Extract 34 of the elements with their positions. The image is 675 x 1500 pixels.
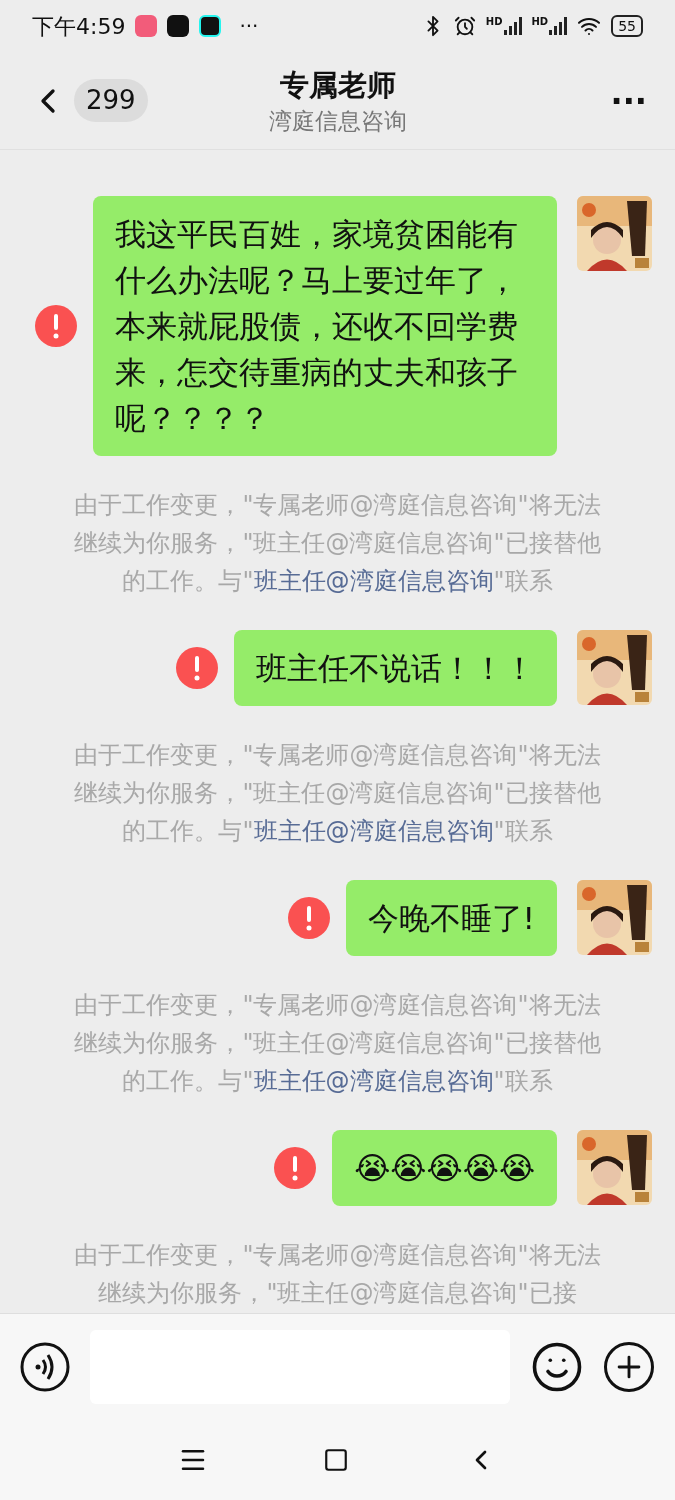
error-icon[interactable]	[273, 1147, 316, 1189]
status-time: 下午4:59	[32, 12, 126, 41]
system-notice: 由于工作变更，"专属老师@湾庭信息咨询"将无法继续为你服务，"班主任@湾庭信息咨询"已接替他的工作。与"班主任@湾庭信息咨询"联系	[73, 490, 602, 597]
home-icon[interactable]	[323, 1447, 350, 1473]
chat-title: 专属老师	[279, 66, 396, 104]
notice-link[interactable]: 班主任@湾庭信息咨询	[253, 1067, 494, 1095]
message-bubble: 😭😭😭😭😭	[331, 1130, 557, 1206]
app-icon	[167, 15, 190, 37]
system-notice: 由于工作变更，"专属老师@湾庭信息咨询"将无法继续为你服务，"班主任@湾庭信息咨询"已接替他的工作。与"班主任@湾庭信息咨询"联系	[73, 990, 602, 1097]
app-icon	[199, 15, 222, 37]
notice-link[interactable]: 班主任@湾庭信息咨询	[253, 567, 494, 595]
error-icon[interactable]	[176, 647, 218, 689]
error-icon[interactable]	[287, 897, 330, 939]
voice-icon[interactable]	[20, 1342, 70, 1392]
system-notice: 由于工作变更，"专属老师@湾庭信息咨询"将无法继续为你服务，"班主任@湾庭信息咨询"已接	[73, 1240, 602, 1309]
chat-subtitle: 湾庭信息咨询	[268, 106, 407, 136]
battery-icon: 55	[611, 15, 643, 37]
plus-button[interactable]	[604, 1342, 654, 1392]
app-icon	[135, 15, 158, 37]
error-icon[interactable]	[35, 305, 77, 347]
unread-badge: 299	[74, 79, 148, 122]
status-more: ···	[239, 13, 259, 40]
system-notice: 由于工作变更，"专属老师@湾庭信息咨询"将无法继续为你服务，"班主任@湾庭信息咨询"已接替他的工作。与"班主任@湾庭信息咨询"联系	[73, 740, 602, 847]
message-bubble: 班主任不说话！！！	[234, 630, 557, 706]
more-button[interactable]: ···	[610, 76, 647, 125]
message-bubble: 我这平民百姓，家境贫困能有什么办法呢？马上要过年了，本来就屁股债，还收不回学费来，怎交待重病的丈夫和孩子呢？？？？	[93, 196, 557, 456]
signal-icon	[549, 17, 568, 35]
signal-label: HD	[485, 17, 503, 27]
alarm-icon	[453, 15, 476, 37]
message-bubble: 今晚不睡了!	[345, 880, 557, 956]
signal-label: HD	[531, 17, 549, 27]
signal-icon	[503, 17, 522, 35]
emoji-icon[interactable]	[530, 1340, 584, 1394]
notice-link[interactable]: 班主任@湾庭信息咨询	[253, 817, 494, 845]
